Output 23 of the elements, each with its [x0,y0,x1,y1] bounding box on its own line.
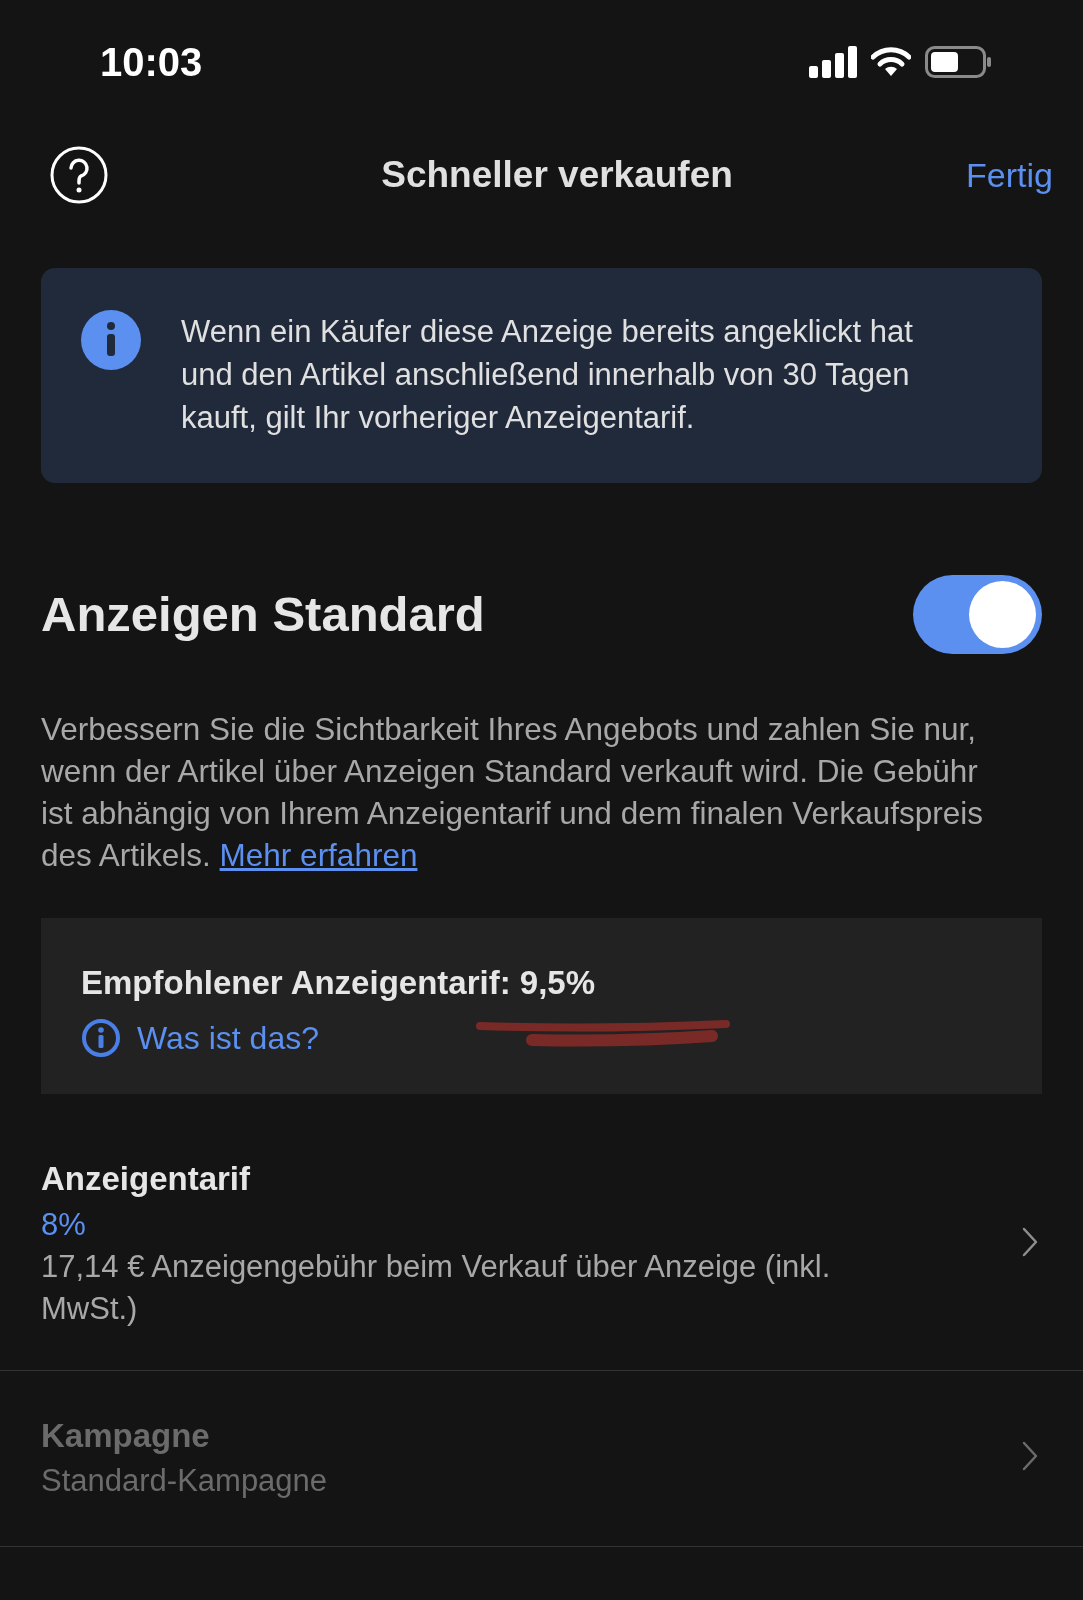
info-text: Wenn ein Käufer diese Anzeige bereits angeklickt hat und den Artikel anschließend innerhalb von 30 Tagen kauft, gilt Ihr vorheriger Anzeigentarif. [181,313,914,437]
settings-row[interactable]: Anzeigentarif 8% 17,14 € Anzeigengebühr beim Verkauf über Anzeige (inkl. MwSt.) [0,1140,1083,1370]
info-icon [81,310,141,370]
row-value: Standard-Kampagne [41,1462,328,1500]
info-icon [81,1017,121,1058]
what-is-this-link[interactable]: Was ist das? [81,1013,319,1062]
chevron-right-icon [1021,1440,1039,1473]
row-label: Kampagne [41,1415,211,1456]
signal-icon [809,46,857,78]
recommendation-title: Empfohlener Anzeigentarif: 9,5% [81,963,597,1003]
row-value: 8% [41,1205,87,1244]
status-time: 10:03 [100,39,203,86]
chevron-right-icon [1021,1225,1039,1258]
page-title: Schneller verkaufen [381,153,733,198]
battery-icon [925,46,993,78]
more-info-link[interactable]: Mehr erfahren [219,837,418,873]
wifi-icon [871,47,911,77]
row-label: Anzeigentarif [41,1159,252,1199]
section-description: Verbessern Sie die Sichtbarkeit Ihres Angebots und zahlen Sie nur, wenn der Artikel über Anzeigen Standard verkauft wird. Die Gebühr ist abhängig von Ihrem Anzeigentarif und dem finalen Verkaufspreis des Artikels. Mehr erfahren [41,710,985,875]
help-icon[interactable] [50,146,108,204]
done-button[interactable]: Fertig [966,149,1053,201]
section-title: Anzeigen Standard [41,585,485,643]
row-detail: 17,14 € Anzeigengebühr beim Verkauf über Anzeige (inkl. MwSt.) [41,1247,832,1328]
